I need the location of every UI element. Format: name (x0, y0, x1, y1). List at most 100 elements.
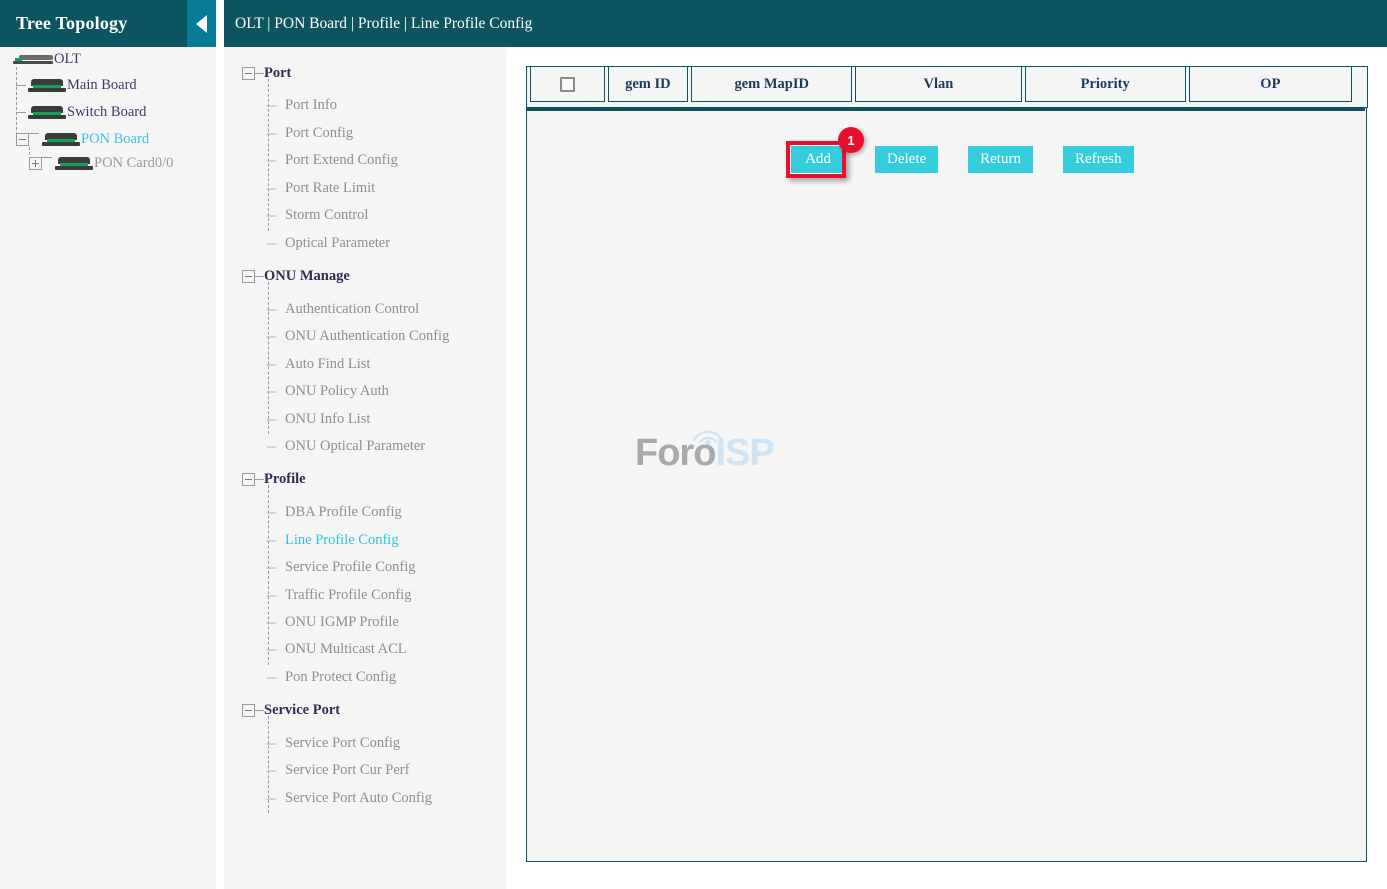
table-header-vlan[interactable]: Vlan (855, 66, 1021, 102)
menu-group-port[interactable]: Port (242, 64, 291, 82)
menu-connector: --- (266, 383, 276, 399)
tree-node-olt[interactable]: OLT (13, 49, 81, 69)
menu-connector: --- (266, 438, 276, 454)
sidebar-collapse-button[interactable] (187, 0, 216, 47)
table-right-rail (1355, 66, 1368, 108)
table-header-row: gem ID gem MapID Vlan Priority OP (530, 66, 1352, 102)
tree-node-switch-board[interactable]: Switch Board (28, 102, 146, 122)
menu-item-onu-optical-parameter[interactable]: ONU Optical Parameter (285, 438, 425, 455)
menu-item-storm-control[interactable]: Storm Control (285, 207, 368, 224)
tree-node-label: PON Card0/0 (94, 155, 173, 172)
tree-toggle-minus-icon[interactable] (242, 270, 255, 283)
menu-connector: --- (266, 207, 276, 223)
navigation-menu-panel: Port --- Port Info --- Port Config --- P… (224, 47, 514, 889)
menu-connector: --- (266, 532, 276, 548)
tree-node-label: Main Board (67, 77, 137, 94)
tree-toggle-minus-icon[interactable] (242, 473, 255, 486)
add-button[interactable]: Add (791, 146, 845, 173)
menu-item-onu-info-list[interactable]: ONU Info List (285, 411, 370, 428)
menu-item-port-config[interactable]: Port Config (285, 125, 353, 142)
menu-connector: --- (266, 614, 276, 630)
panel-separator (506, 47, 514, 889)
device-board-icon (28, 79, 66, 92)
menu-item-service-profile-config[interactable]: Service Profile Config (285, 559, 415, 576)
menu-item-pon-protect-config[interactable]: Pon Protect Config (285, 669, 396, 686)
tree-connector (16, 85, 26, 86)
tree-node-label: OLT (54, 51, 81, 68)
table-header-gem-mapid[interactable]: gem MapID (691, 66, 852, 102)
tree-connector (29, 133, 39, 134)
menu-connector: --- (266, 356, 276, 372)
menu-item-onu-policy-auth[interactable]: ONU Policy Auth (285, 383, 389, 400)
menu-connector: --- (266, 641, 276, 657)
menu-item-port-rate-limit[interactable]: Port Rate Limit (285, 180, 375, 197)
menu-item-service-port-config[interactable]: Service Port Config (285, 735, 400, 752)
menu-item-service-port-auto-config[interactable]: Service Port Auto Config (285, 790, 432, 807)
menu-item-port-info[interactable]: Port Info (285, 97, 337, 114)
device-board-icon (42, 133, 80, 146)
checkbox-icon[interactable] (560, 77, 575, 92)
menu-connector: --- (266, 559, 276, 575)
menu-item-port-extend-config[interactable]: Port Extend Config (285, 152, 398, 169)
tree-node-label: PON Board (81, 131, 149, 148)
menu-item-auto-find-list[interactable]: Auto Find List (285, 356, 370, 373)
menu-connector: --- (266, 125, 276, 141)
tree-panel-header: Tree Topology (0, 0, 216, 47)
tree-node-pon-card[interactable]: PON Card0/0 (29, 153, 173, 173)
tree-connector (16, 112, 26, 113)
breadcrumb: OLT | PON Board | Profile | Line Profile… (224, 15, 532, 33)
page-root: Tree Topology OLT M (0, 0, 1387, 889)
menu-connector: --- (266, 790, 276, 806)
return-button[interactable]: Return (968, 146, 1033, 173)
menu-connector: --- (266, 735, 276, 751)
line-profile-config-panel: gem ID gem MapID Vlan Priority OP Add De… (526, 66, 1367, 862)
breadcrumb-bar: OLT | PON Board | Profile | Line Profile… (224, 0, 1387, 47)
table-header-gem-id[interactable]: gem ID (608, 66, 689, 102)
tree-topology-panel: Tree Topology OLT M (0, 0, 216, 889)
panel-separator (216, 47, 224, 889)
menu-item-onu-authentication-config[interactable]: ONU Authentication Config (285, 328, 449, 345)
tree-toggle-plus-icon[interactable] (29, 157, 42, 170)
tree-connector (42, 157, 52, 158)
tree-node-label: Switch Board (67, 104, 146, 121)
tree-node-list: OLT Main Board Switch Board (0, 47, 216, 889)
menu-connector: --- (266, 328, 276, 344)
delete-button[interactable]: Delete (875, 146, 938, 173)
menu-group-onu-manage[interactable]: ONU Manage (242, 267, 350, 285)
menu-item-onu-igmp-profile[interactable]: ONU IGMP Profile (285, 614, 399, 631)
menu-connector: --- (266, 97, 276, 113)
menu-group-service-port[interactable]: Service Port (242, 701, 340, 719)
tree-toggle-minus-icon[interactable] (242, 67, 255, 80)
menu-item-line-profile-config[interactable]: Line Profile Config (285, 532, 399, 549)
menu-connector: --- (266, 152, 276, 168)
menu-connector: --- (266, 411, 276, 427)
table-header-priority[interactable]: Priority (1025, 66, 1186, 102)
tree-panel-title: Tree Topology (0, 13, 127, 34)
menu-group-profile[interactable]: Profile (242, 470, 306, 488)
tree-toggle-minus-icon[interactable] (16, 133, 29, 146)
tree-node-main-board[interactable]: Main Board (28, 75, 137, 95)
watermark-text-secondary: ISP (715, 432, 773, 474)
menu-group-label: Service Port (264, 702, 340, 719)
table-header-select-all[interactable] (530, 66, 605, 102)
menu-connector: --- (266, 235, 276, 251)
menu-item-traffic-profile-config[interactable]: Traffic Profile Config (285, 587, 411, 604)
menu-group-label: Profile (264, 471, 306, 488)
device-board-icon (55, 157, 93, 170)
tree-node-pon-board[interactable]: PON Board (16, 129, 149, 149)
table-header-underline (527, 107, 1365, 111)
menu-item-onu-multicast-acl[interactable]: ONU Multicast ACL (285, 641, 407, 658)
menu-item-service-port-cur-perf[interactable]: Service Port Cur Perf (285, 762, 409, 779)
tree-toggle-minus-icon[interactable] (242, 704, 255, 717)
menu-connector: --- (266, 180, 276, 196)
menu-connector: --- (266, 301, 276, 317)
menu-item-authentication-control[interactable]: Authentication Control (285, 301, 419, 318)
menu-item-optical-parameter[interactable]: Optical Parameter (285, 235, 390, 252)
gem-port-table: gem ID gem MapID Vlan Priority OP (527, 66, 1355, 102)
foroisp-watermark: ForoISP (635, 422, 765, 474)
menu-connector: --- (266, 504, 276, 520)
menu-item-dba-profile-config[interactable]: DBA Profile Config (285, 504, 402, 521)
table-header-op[interactable]: OP (1189, 66, 1352, 102)
menu-connector: --- (266, 587, 276, 603)
refresh-button[interactable]: Refresh (1063, 146, 1134, 173)
